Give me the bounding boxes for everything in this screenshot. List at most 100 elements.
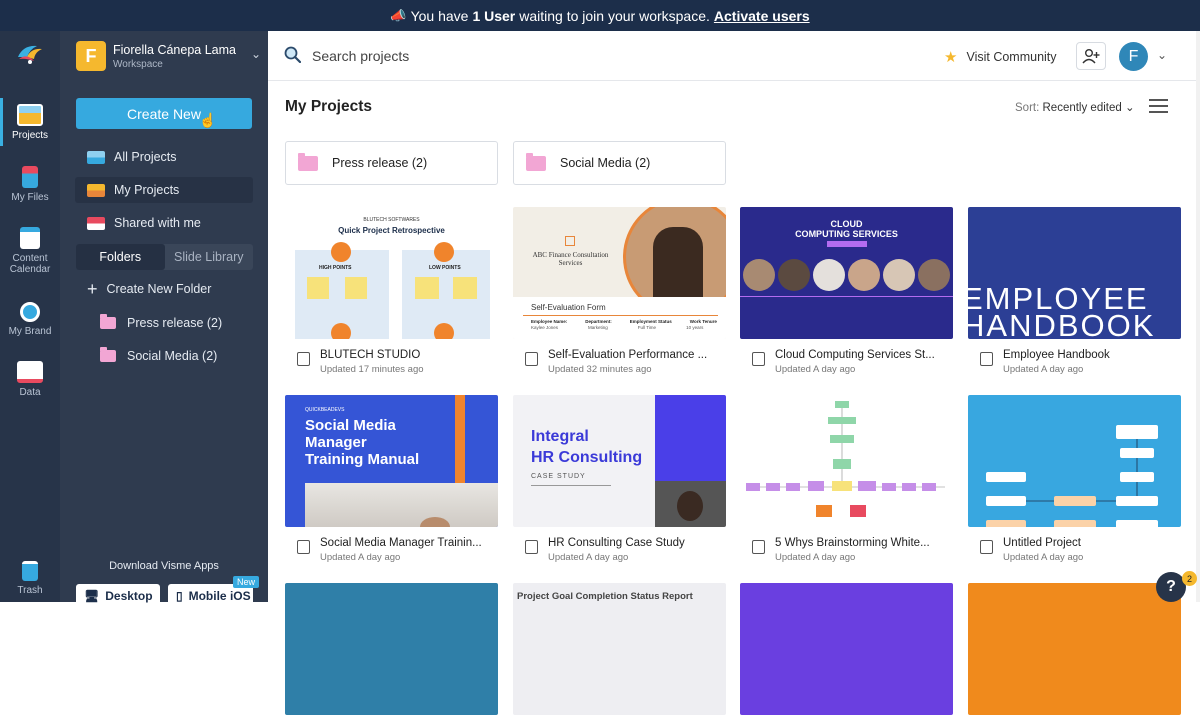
document-icon: [525, 540, 538, 554]
top-bar: ★ Visit Community F ⌄: [268, 31, 1200, 81]
tab-slide-library[interactable]: Slide Library: [165, 244, 254, 270]
project-card[interactable]: EMPLOYEE HANDBOOK Employee Handbook Upda…: [968, 207, 1181, 385]
thumb-col: Employment Status: [629, 319, 672, 324]
project-card[interactable]: ABC Finance Consultation Services Self-E…: [513, 207, 726, 385]
folder-icon: [298, 152, 318, 171]
rail-files-label: My Files: [11, 192, 49, 203]
project-thumbnail: CLOUD COMPUTING SERVICES: [740, 207, 953, 339]
search-icon: [284, 46, 301, 63]
thumb-l1: Social Media: [305, 417, 396, 434]
project-updated: Updated A day ago: [775, 552, 856, 563]
thumb-brand: BLUTECH SOFTWARES: [363, 217, 420, 223]
project-thumbnail: [968, 583, 1181, 715]
sidebar-folder-social-media[interactable]: Social Media (2): [100, 347, 217, 363]
project-card[interactable]: QUICKBEADEVS Social Media Manager Traini…: [285, 395, 498, 573]
project-thumbnail: [285, 583, 498, 715]
thumb-val: Marketing: [588, 325, 608, 330]
rail-data[interactable]: Data: [0, 361, 60, 398]
folder-card-social-media[interactable]: Social Media (2): [513, 141, 726, 185]
project-updated: Updated 17 minutes ago: [320, 364, 424, 375]
project-card[interactable]: [740, 583, 953, 715]
activate-users-link[interactable]: Activate users: [714, 8, 810, 24]
user-avatar[interactable]: F: [1119, 42, 1148, 71]
app-rail: Projects My Files Content Calendar My Br…: [0, 31, 60, 602]
nav-my-projects[interactable]: My Projects: [75, 177, 253, 203]
rail-projects[interactable]: Projects: [0, 98, 60, 146]
document-icon: [752, 352, 765, 366]
project-card[interactable]: Project Goal Completion Status Report: [513, 583, 726, 715]
rail-my-files[interactable]: My Files: [0, 166, 60, 203]
folder-icon: [100, 314, 116, 329]
nav-shared-with-me[interactable]: Shared with me: [75, 210, 253, 236]
megaphone-icon: 📣: [390, 7, 407, 23]
project-updated: Updated A day ago: [775, 364, 856, 375]
nav-all-projects[interactable]: All Projects: [75, 144, 253, 170]
sidebar-folder-press-release[interactable]: Press release (2): [100, 314, 222, 330]
thumb-title: CLOUD: [830, 219, 863, 229]
project-updated: Updated A day ago: [1003, 364, 1084, 375]
rail-content-calendar[interactable]: Content Calendar: [0, 227, 60, 275]
project-thumbnail: QUICKBEADEVS Social Media Manager Traini…: [285, 395, 498, 527]
folder-card-label: Social Media (2): [560, 156, 651, 170]
rail-my-brand[interactable]: My Brand: [0, 302, 60, 337]
create-new-button[interactable]: Create New: [76, 98, 252, 129]
scrollbar[interactable]: [1196, 31, 1200, 602]
create-new-folder-button[interactable]: + Create New Folder: [87, 279, 211, 299]
presentation-icon: [297, 352, 310, 366]
page-title: My Projects: [285, 98, 373, 115]
phone-icon: ▯: [176, 589, 183, 603]
monitor-icon: [980, 352, 993, 366]
thumb-company: ABC Finance Consultation Services: [532, 251, 609, 267]
chevron-down-icon: ⌄: [250, 47, 261, 61]
project-card[interactable]: BLUTECH SOFTWARES Quick Project Retrospe…: [285, 207, 498, 385]
workspace-type: Workspace: [113, 59, 163, 70]
project-title: 5 Whys Brainstorming White...: [775, 537, 930, 549]
thumb-title2: COMPUTING SERVICES: [795, 229, 898, 239]
thumb-sub: CASE STUDY: [531, 473, 586, 480]
list-view-icon[interactable]: [1149, 99, 1168, 113]
thumb-col: Employee Name:: [531, 319, 568, 324]
rail-trash[interactable]: Trash: [0, 561, 60, 596]
add-user-button[interactable]: [1076, 42, 1106, 70]
hand-cursor-icon: ☝: [199, 112, 217, 128]
visit-community-link[interactable]: ★ Visit Community: [944, 48, 1057, 66]
workspace-avatar: F: [76, 41, 106, 71]
project-card[interactable]: CLOUD COMPUTING SERVICES Cloud Computing…: [740, 207, 953, 385]
folder-card-press-release[interactable]: Press release (2): [285, 141, 498, 185]
nav-my-projects-label: My Projects: [114, 183, 180, 197]
project-thumbnail: ABC Finance Consultation Services Self-E…: [513, 207, 726, 339]
workspace-switcher[interactable]: F Fiorella Cánepa Lama Workspace ⌄: [76, 41, 261, 73]
project-thumbnail: Project Goal Completion Status Report: [513, 583, 726, 715]
project-card[interactable]: [285, 583, 498, 715]
sort-dropdown[interactable]: Sort: Recently edited ⌄: [1015, 100, 1135, 114]
sort-value: Recently edited: [1042, 102, 1122, 114]
project-updated: Updated 32 minutes ago: [548, 364, 652, 375]
folder-card-label: Press release (2): [332, 156, 428, 170]
rail-calendar-label: Content: [12, 253, 48, 264]
rail-projects-label: Projects: [11, 130, 49, 141]
document-icon: [980, 540, 993, 554]
chevron-down-icon[interactable]: ⌄: [1157, 48, 1167, 62]
desktop-app-button[interactable]: 🖥 Desktop: [76, 584, 160, 608]
flowchart-diagram: [986, 425, 1158, 527]
whiteboard-icon: [752, 540, 765, 554]
project-card[interactable]: Integral HR Consulting CASE STUDY HR Con…: [513, 395, 726, 573]
plus-icon: +: [87, 279, 98, 299]
project-title: BLUTECH STUDIO: [320, 349, 421, 361]
thumb-title: Project Goal Completion Status Report: [517, 591, 693, 602]
folder-icon: [100, 347, 116, 362]
search-input[interactable]: [312, 45, 612, 67]
tab-folders[interactable]: Folders: [76, 244, 165, 270]
thumb-val: Kaylee Jones: [531, 325, 559, 330]
rail-data-label: Data: [19, 387, 41, 398]
project-card[interactable]: [968, 583, 1181, 715]
visit-community-label: Visit Community: [966, 50, 1057, 64]
desktop-label: Desktop: [105, 589, 153, 603]
document-icon: [525, 352, 538, 366]
download-apps-label: Download Visme Apps: [109, 560, 219, 572]
project-card[interactable]: Untitled Project Updated A day ago: [968, 395, 1181, 573]
visme-logo[interactable]: [15, 43, 45, 67]
thumb-col: Department:: [585, 319, 612, 324]
help-notification-badge: 2: [1182, 571, 1197, 586]
project-card[interactable]: 5 Whys Brainstorming White... Updated A …: [740, 395, 953, 573]
